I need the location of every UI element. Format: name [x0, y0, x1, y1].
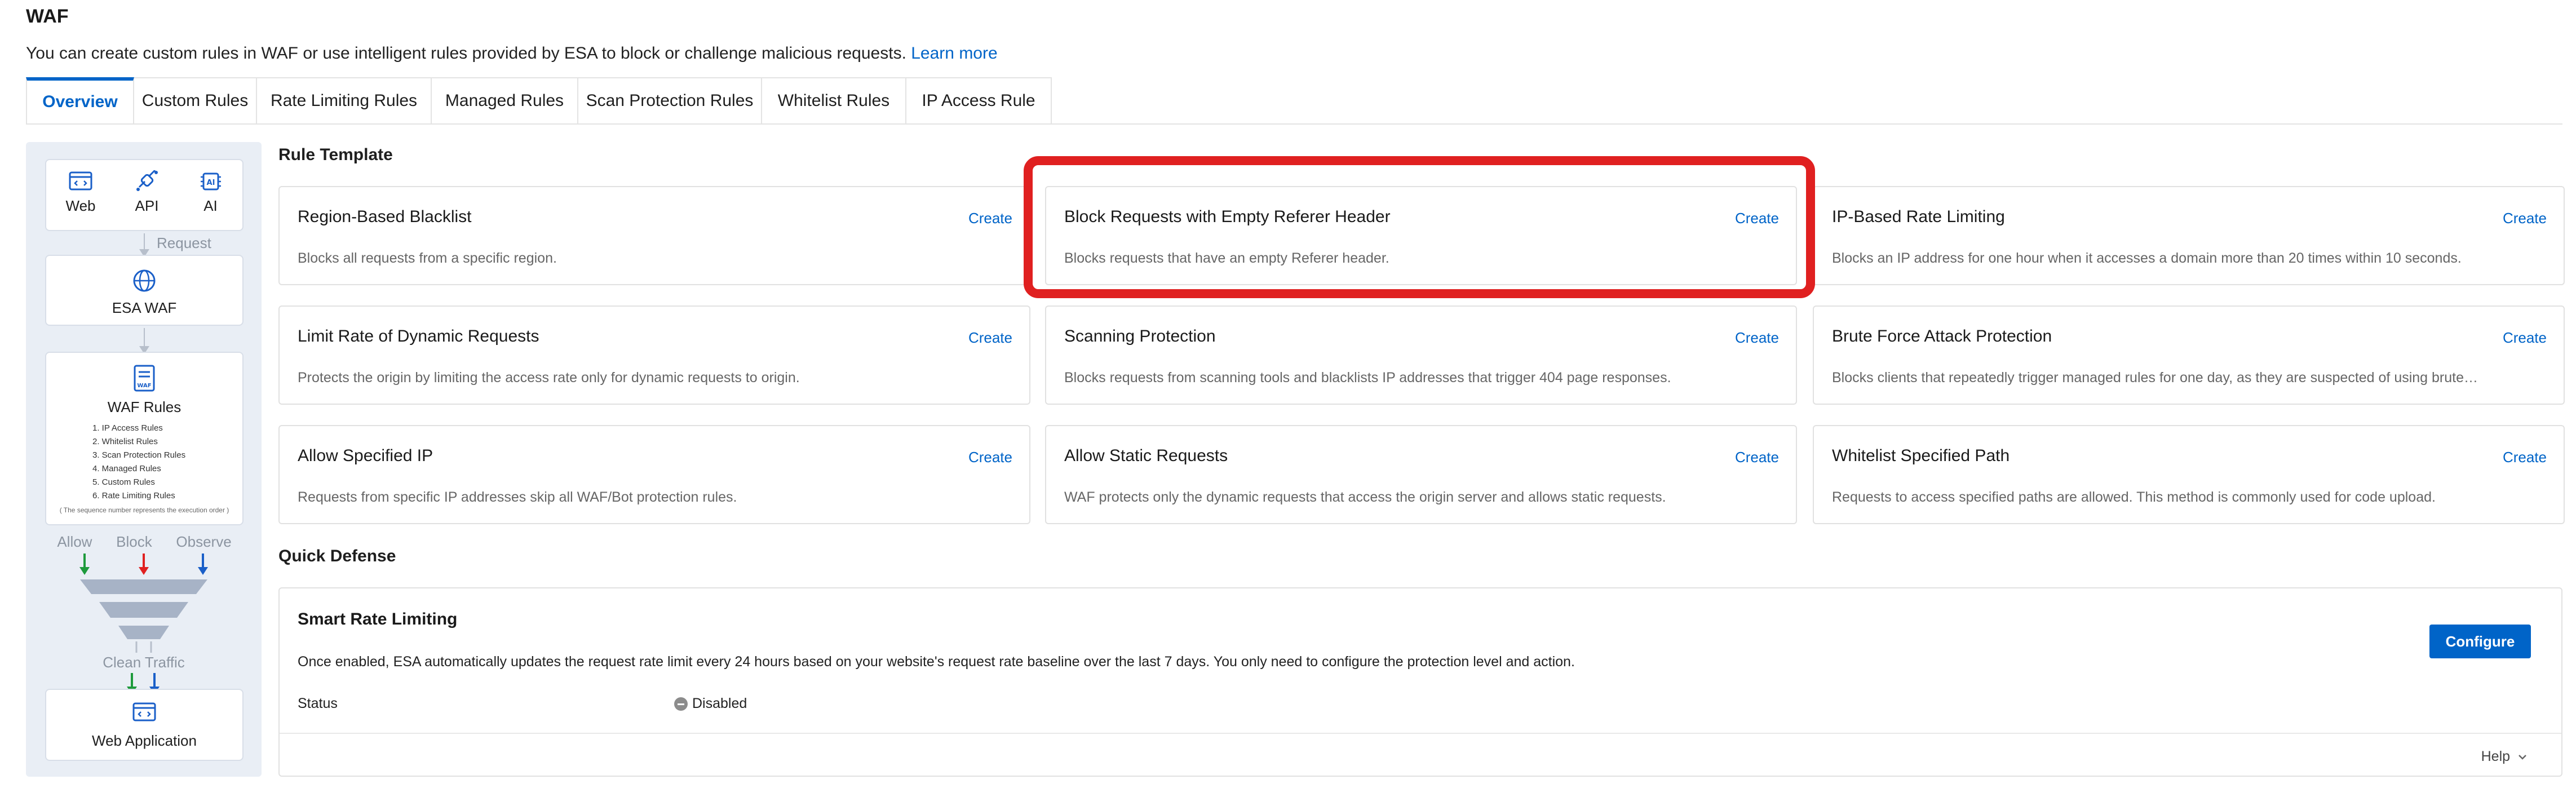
card-description: WAF protects only the dynamic requests t…	[1064, 489, 1666, 505]
waf-page: WAF You can create custom rules in WAF o…	[0, 0, 2576, 797]
flow-arrow	[139, 328, 149, 354]
action-observe: Observe	[176, 533, 232, 550]
learn-more-link[interactable]: Learn more	[911, 44, 997, 63]
description-text: You can create custom rules in WAF or us…	[26, 44, 906, 63]
rule-template-title: Rule Template	[278, 145, 393, 164]
card-description: Blocks all requests from a specific regi…	[298, 250, 557, 266]
globe-icon	[133, 269, 156, 292]
smart-rate-limiting-title: Smart Rate Limiting	[298, 610, 458, 628]
card-title: IP-Based Rate Limiting	[1832, 207, 2005, 226]
card-description: Blocks requests from scanning tools and …	[1064, 370, 1671, 386]
waf-flow-diagram: Web API AI AI Request ESA WAF WAF WAF Ru…	[26, 142, 262, 777]
status-value: Disabled	[674, 696, 747, 712]
tab-scan-protection-rules[interactable]: Scan Protection Rules	[578, 77, 762, 123]
rule-template-card: Allow Specified IP Create Requests from …	[278, 425, 1030, 524]
rule-template-card: IP-Based Rate Limiting Create Blocks an …	[1813, 186, 2565, 285]
create-link[interactable]: Create	[1735, 449, 1779, 466]
create-link[interactable]: Create	[2503, 329, 2547, 347]
status-text: Disabled	[692, 696, 747, 711]
create-link[interactable]: Create	[968, 329, 1012, 347]
ai-chip-icon: AI	[200, 172, 221, 191]
waf-rules-box: WAF WAF Rules 1. IP Access Rules 2. Whit…	[45, 352, 244, 525]
client-api: API	[135, 170, 160, 215]
waf-document-icon: WAF	[134, 365, 155, 392]
clean-traffic-label: Clean Traffic	[103, 654, 185, 671]
configure-button[interactable]: Configure	[2429, 625, 2531, 658]
list-item: 4. Managed Rules	[92, 464, 161, 473]
status-label: Status	[298, 696, 338, 711]
card-title: Limit Rate of Dynamic Requests	[298, 327, 539, 346]
action-block: Block	[116, 533, 152, 550]
card-title: Scanning Protection	[1064, 327, 1216, 346]
tab-managed-rules[interactable]: Managed Rules	[432, 77, 578, 123]
flow-arrow	[139, 233, 149, 257]
card-title: Allow Specified IP	[298, 446, 433, 465]
esa-waf-box: ESA WAF	[45, 255, 244, 326]
card-description: Protects the origin by limiting the acce…	[298, 370, 800, 386]
card-description: Blocks clients that repeatedly trigger m…	[1832, 370, 2478, 386]
rule-template-card: Limit Rate of Dynamic Requests Create Pr…	[278, 305, 1030, 405]
card-title: Whitelist Specified Path	[1832, 446, 2010, 465]
rule-template-card: Region-Based Blacklist Create Blocks all…	[278, 186, 1030, 285]
waf-rules-order-list: 1. IP Access Rules 2. Whitelist Rules 3.…	[46, 422, 242, 503]
create-link[interactable]: Create	[968, 210, 1012, 227]
tab-bar: Overview Custom Rules Rate Limiting Rule…	[26, 77, 2562, 125]
create-link[interactable]: Create	[1735, 329, 1779, 347]
list-item: 5. Custom Rules	[92, 477, 155, 487]
list-item: 1. IP Access Rules	[92, 423, 163, 433]
quick-defense-title: Quick Defense	[278, 547, 396, 565]
esa-waf-label: ESA WAF	[112, 299, 177, 316]
smart-rate-limiting-description: Once enabled, ESA automatically updates …	[298, 654, 1575, 670]
actions-row: Allow Block Observe	[45, 533, 244, 551]
highlight-annotation	[1024, 156, 1815, 298]
tab-custom-rules[interactable]: Custom Rules	[134, 77, 257, 123]
svg-text:WAF: WAF	[137, 383, 151, 389]
card-description: Blocks an IP address for one hour when i…	[1832, 250, 2462, 266]
web-icon	[69, 171, 92, 191]
rule-template-card: Whitelist Specified Path Create Requests…	[1813, 425, 2565, 524]
client-web: Web	[66, 170, 96, 215]
page-description: You can create custom rules in WAF or us…	[26, 44, 998, 63]
tab-rate-limiting-rules[interactable]: Rate Limiting Rules	[257, 77, 432, 123]
chevron-down-icon	[2519, 755, 2526, 760]
divider	[280, 733, 2561, 734]
card-description: Requests to access specified paths are a…	[1832, 489, 2436, 505]
smart-rate-limiting-card: Smart Rate Limiting Once enabled, ESA au…	[278, 587, 2562, 777]
tab-ip-access-rule[interactable]: IP Access Rule	[906, 77, 1052, 123]
create-link[interactable]: Create	[968, 449, 1012, 466]
web-application-icon	[132, 702, 156, 721]
api-link-icon	[136, 170, 158, 191]
tab-whitelist-rules[interactable]: Whitelist Rules	[762, 77, 906, 123]
sequence-note: ( The sequence number represents the exe…	[59, 506, 229, 514]
tab-overview[interactable]: Overview	[26, 77, 134, 123]
svg-text:AI: AI	[206, 179, 215, 187]
client-ai: AI AI	[198, 170, 223, 215]
waf-rules-title: WAF Rules	[107, 398, 182, 415]
list-item: 6. Rate Limiting Rules	[92, 491, 175, 501]
create-link[interactable]: Create	[2503, 449, 2547, 466]
rule-template-card: Scanning Protection Create Blocks reques…	[1045, 305, 1797, 405]
card-title: Region-Based Blacklist	[298, 207, 472, 226]
rule-template-card: Brute Force Attack Protection Create Blo…	[1813, 305, 2565, 405]
card-title: Brute Force Attack Protection	[1832, 327, 2052, 346]
web-application-label: Web Application	[92, 732, 197, 749]
list-item: 2. Whitelist Rules	[92, 437, 158, 446]
web-application-box: Web Application	[45, 689, 244, 761]
help-label: Help	[2481, 749, 2511, 764]
create-link[interactable]: Create	[2503, 210, 2547, 227]
card-description: Requests from specific IP addresses skip…	[298, 489, 737, 505]
list-item: 3. Scan Protection Rules	[92, 450, 186, 460]
page-title: WAF	[26, 6, 69, 27]
action-allow: Allow	[57, 533, 92, 550]
rule-template-card: Allow Static Requests Create WAF protect…	[1045, 425, 1797, 524]
card-title: Allow Static Requests	[1064, 446, 1228, 465]
help-dropdown[interactable]: Help	[2481, 749, 2528, 765]
request-label: Request	[157, 234, 211, 251]
disabled-status-icon	[674, 697, 688, 711]
clients-box: Web API AI AI	[45, 159, 244, 231]
